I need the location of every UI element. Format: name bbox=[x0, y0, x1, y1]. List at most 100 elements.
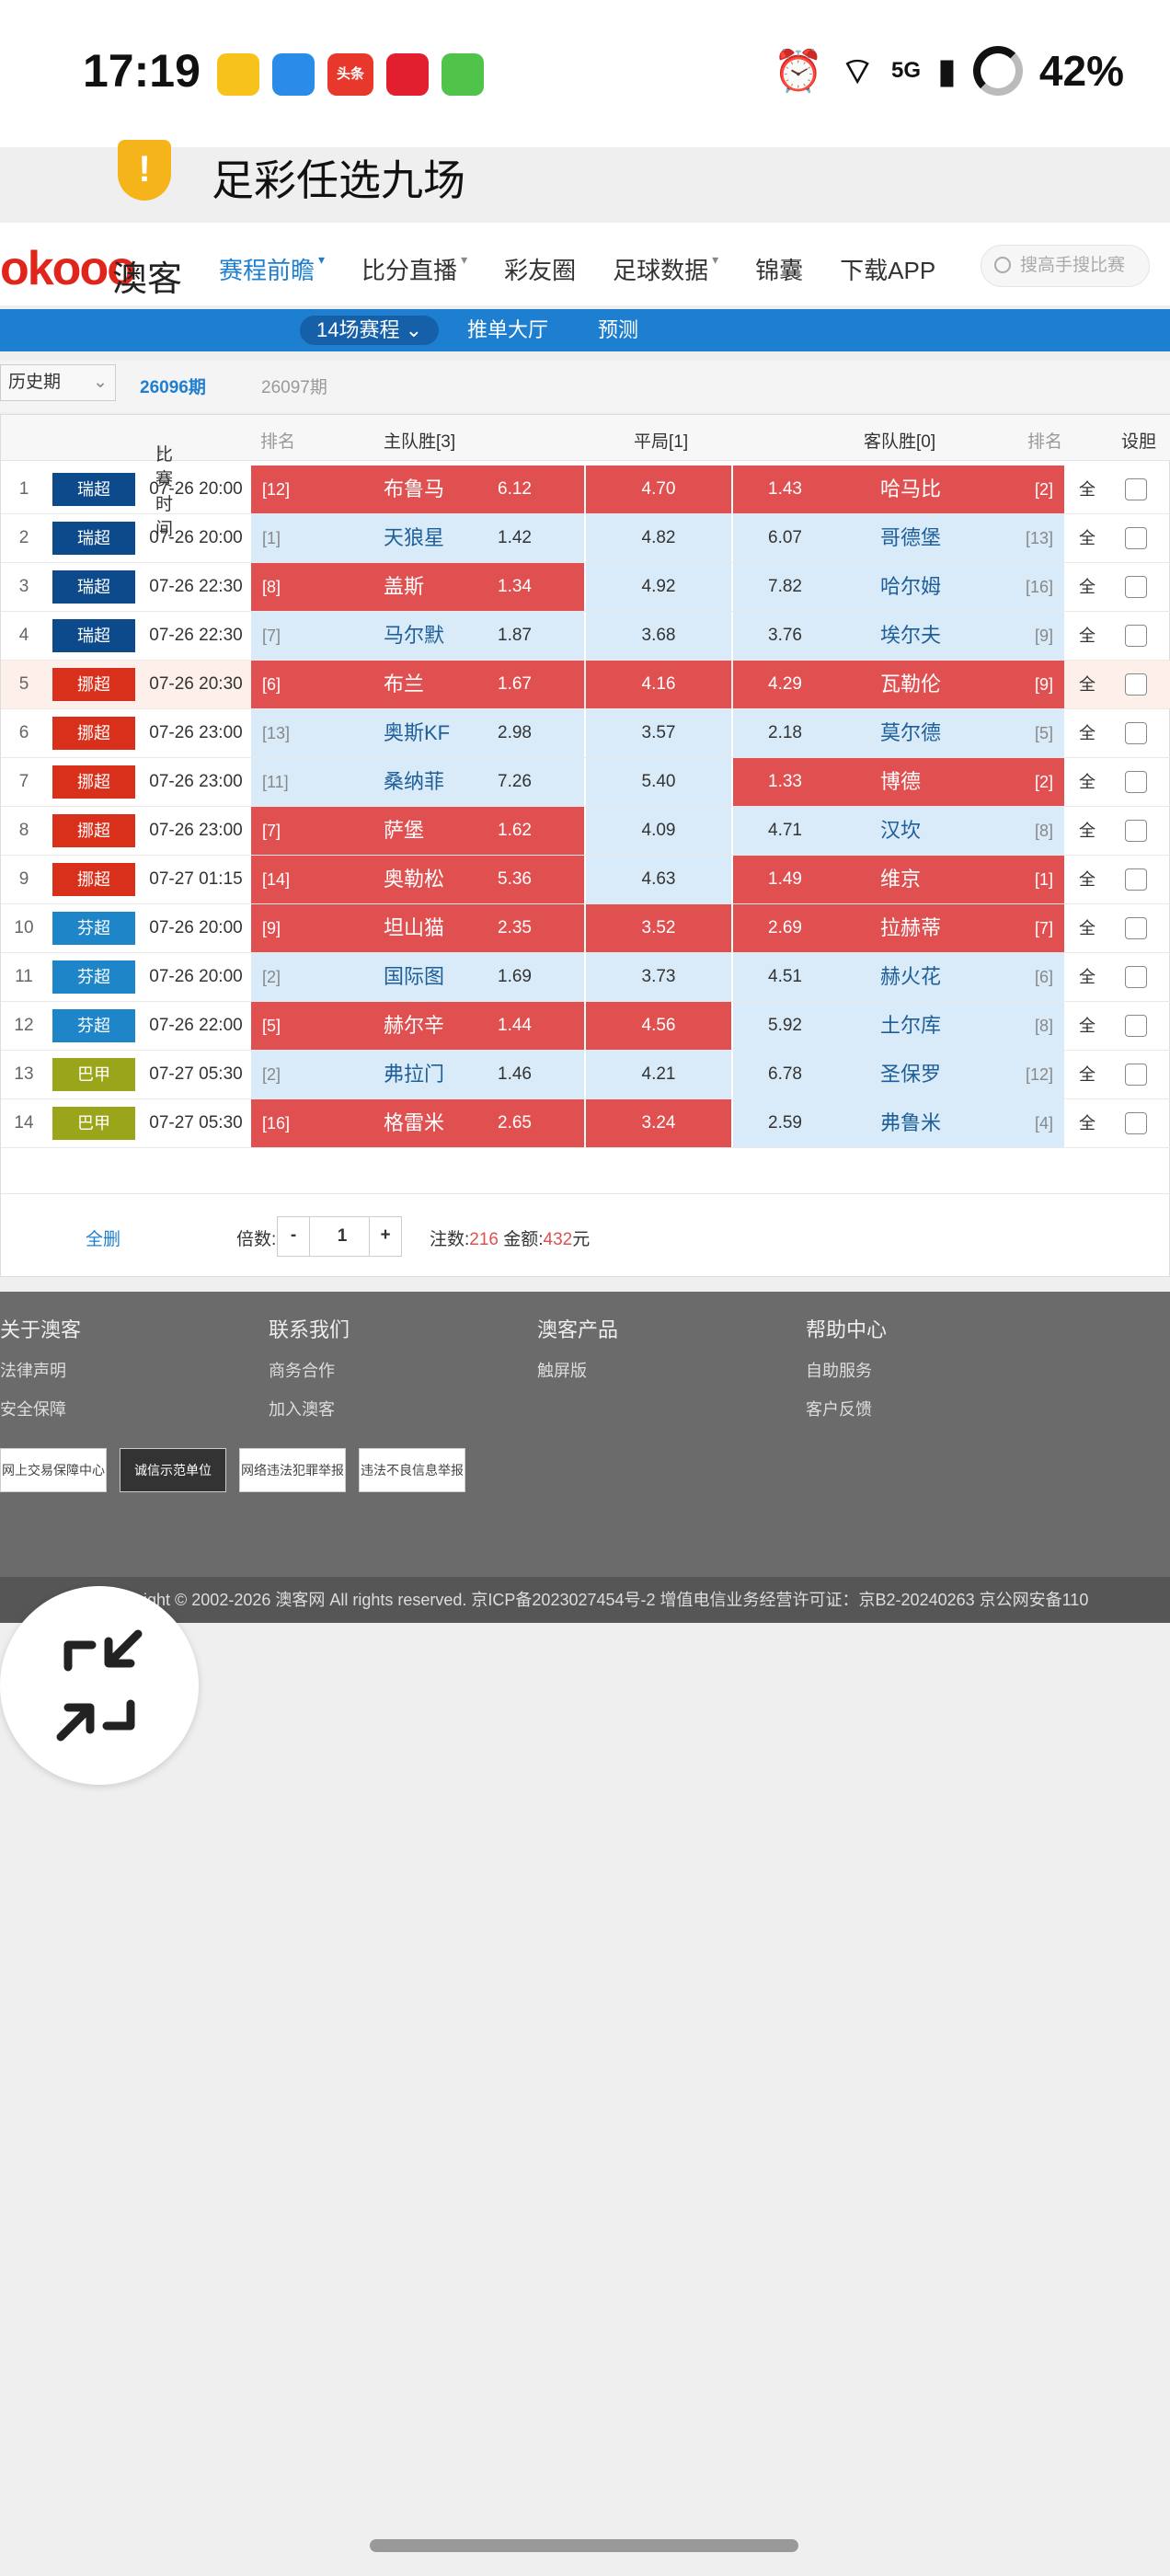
banker-checkbox[interactable] bbox=[1125, 527, 1147, 549]
select-all-button[interactable]: 全 bbox=[1073, 709, 1101, 757]
history-period-select[interactable]: 历史期 ⌄ bbox=[0, 364, 116, 401]
banker-checkbox[interactable] bbox=[1125, 771, 1147, 793]
banker-checkbox[interactable] bbox=[1125, 1064, 1147, 1086]
clear-all-link[interactable]: 全删 bbox=[86, 1225, 120, 1250]
select-all-button[interactable]: 全 bbox=[1073, 514, 1101, 562]
league-badge[interactable]: 芬超 bbox=[52, 912, 135, 945]
draw-option[interactable]: 4.70 bbox=[586, 466, 731, 513]
select-all-button[interactable]: 全 bbox=[1073, 661, 1101, 708]
nav-tips[interactable]: 锦囊 bbox=[755, 252, 803, 286]
home-win-option[interactable]: [14] 奥勒松 5.36 bbox=[251, 856, 584, 903]
footer-link[interactable]: 安全保障 bbox=[0, 1397, 81, 1420]
plus-button[interactable]: + bbox=[369, 1216, 402, 1257]
draw-option[interactable]: 4.56 bbox=[586, 1002, 731, 1050]
league-badge[interactable]: 瑞超 bbox=[52, 522, 135, 555]
league-badge[interactable]: 挪超 bbox=[52, 668, 135, 701]
select-all-button[interactable]: 全 bbox=[1073, 807, 1101, 855]
banker-checkbox[interactable] bbox=[1125, 966, 1147, 988]
league-badge[interactable]: 挪超 bbox=[52, 814, 135, 847]
home-indicator[interactable] bbox=[370, 2539, 798, 2552]
banker-checkbox[interactable] bbox=[1125, 625, 1147, 647]
home-win-option[interactable]: [5] 赫尔辛 1.44 bbox=[251, 1002, 584, 1050]
banker-checkbox[interactable] bbox=[1125, 1015, 1147, 1037]
banker-checkbox[interactable] bbox=[1125, 722, 1147, 744]
home-win-option[interactable]: [12] 布鲁马 6.12 bbox=[251, 466, 584, 513]
banker-checkbox[interactable] bbox=[1125, 917, 1147, 939]
banker-checkbox[interactable] bbox=[1125, 868, 1147, 891]
home-win-option[interactable]: [2] 国际图 1.69 bbox=[251, 953, 584, 1001]
select-all-button[interactable]: 全 bbox=[1073, 904, 1101, 952]
away-win-option[interactable]: 7.82 哈尔姆 [16] bbox=[733, 563, 1064, 611]
home-win-option[interactable]: [11] 桑纳菲 7.26 bbox=[251, 758, 584, 806]
footer-link[interactable]: 自助服务 bbox=[806, 1358, 887, 1382]
tab-recommend-hall[interactable]: 推单大厅 bbox=[467, 316, 548, 345]
banker-checkbox[interactable] bbox=[1125, 478, 1147, 500]
away-win-option[interactable]: 4.51 赫火花 [6] bbox=[733, 953, 1064, 1001]
away-win-option[interactable]: 6.07 哥德堡 [13] bbox=[733, 514, 1064, 562]
draw-option[interactable]: 4.21 bbox=[586, 1051, 731, 1098]
away-win-option[interactable]: 1.43 哈马比 [2] bbox=[733, 466, 1064, 513]
search-input[interactable]: 搜高手搜比赛 bbox=[981, 245, 1150, 287]
league-badge[interactable]: 瑞超 bbox=[52, 570, 135, 604]
footer-link[interactable]: 加入澳客 bbox=[269, 1397, 350, 1420]
draw-option[interactable]: 4.63 bbox=[586, 856, 731, 903]
away-win-option[interactable]: 2.59 弗鲁米 [4] bbox=[733, 1099, 1064, 1147]
draw-option[interactable]: 5.40 bbox=[586, 758, 731, 806]
select-all-button[interactable]: 全 bbox=[1073, 856, 1101, 903]
league-badge[interactable]: 巴甲 bbox=[52, 1107, 135, 1140]
footer-link[interactable]: 法律声明 bbox=[0, 1358, 81, 1382]
select-all-button[interactable]: 全 bbox=[1073, 612, 1101, 660]
home-win-option[interactable]: [6] 布兰 1.67 bbox=[251, 661, 584, 708]
draw-option[interactable]: 3.57 bbox=[586, 709, 731, 757]
select-all-button[interactable]: 全 bbox=[1073, 1051, 1101, 1098]
banker-checkbox[interactable] bbox=[1125, 1112, 1147, 1134]
nav-live-score[interactable]: 比分直播 bbox=[361, 252, 457, 286]
draw-option[interactable]: 3.52 bbox=[586, 904, 731, 952]
league-badge[interactable]: 瑞超 bbox=[52, 473, 135, 506]
away-win-option[interactable]: 4.29 瓦勒伦 [9] bbox=[733, 661, 1064, 708]
draw-option[interactable]: 3.24 bbox=[586, 1099, 731, 1147]
away-win-option[interactable]: 6.78 圣保罗 [12] bbox=[733, 1051, 1064, 1098]
banker-checkbox[interactable] bbox=[1125, 820, 1147, 842]
league-badge[interactable]: 瑞超 bbox=[52, 619, 135, 652]
select-all-button[interactable]: 全 bbox=[1073, 1002, 1101, 1050]
away-win-option[interactable]: 3.76 埃尔夫 [9] bbox=[733, 612, 1064, 660]
next-period[interactable]: 26097期 bbox=[261, 374, 327, 398]
league-badge[interactable]: 芬超 bbox=[52, 960, 135, 994]
league-badge[interactable]: 挪超 bbox=[52, 765, 135, 799]
select-all-button[interactable]: 全 bbox=[1073, 563, 1101, 611]
nav-download-app[interactable]: 下载APP bbox=[840, 252, 935, 286]
draw-option[interactable]: 3.68 bbox=[586, 612, 731, 660]
nav-schedule[interactable]: 赛程前瞻 bbox=[219, 252, 315, 286]
footer-link[interactable]: 触屏版 bbox=[537, 1358, 618, 1382]
home-win-option[interactable]: [16] 格雷米 2.65 bbox=[251, 1099, 584, 1147]
draw-option[interactable]: 4.92 bbox=[586, 563, 731, 611]
home-win-option[interactable]: [8] 盖斯 1.34 bbox=[251, 563, 584, 611]
tab-prediction[interactable]: 预测 bbox=[598, 316, 638, 345]
footer-link[interactable]: 商务合作 bbox=[269, 1358, 350, 1382]
away-win-option[interactable]: 4.71 汉坎 [8] bbox=[733, 807, 1064, 855]
league-badge[interactable]: 芬超 bbox=[52, 1009, 135, 1042]
away-win-option[interactable]: 1.33 博德 [2] bbox=[733, 758, 1064, 806]
select-all-button[interactable]: 全 bbox=[1073, 1099, 1101, 1147]
home-win-option[interactable]: [1] 天狼星 1.42 bbox=[251, 514, 584, 562]
league-badge[interactable]: 挪超 bbox=[52, 863, 135, 896]
footer-link[interactable]: 客户反馈 bbox=[806, 1397, 887, 1420]
nav-community[interactable]: 彩友圈 bbox=[504, 252, 576, 286]
select-all-button[interactable]: 全 bbox=[1073, 953, 1101, 1001]
integrity-badge[interactable]: 诚信示范单位 bbox=[120, 1448, 226, 1492]
banker-checkbox[interactable] bbox=[1125, 673, 1147, 696]
away-win-option[interactable]: 2.69 拉赫蒂 [7] bbox=[733, 904, 1064, 952]
current-period[interactable]: 26096期 bbox=[140, 374, 206, 398]
home-win-option[interactable]: [13] 奥斯KF 2.98 bbox=[251, 709, 584, 757]
select-all-button[interactable]: 全 bbox=[1073, 758, 1101, 806]
draw-option[interactable]: 3.73 bbox=[586, 953, 731, 1001]
cybercrime-report-badge[interactable]: 网络违法犯罪举报 bbox=[239, 1448, 346, 1492]
draw-option[interactable]: 4.82 bbox=[586, 514, 731, 562]
draw-option[interactable]: 4.09 bbox=[586, 807, 731, 855]
home-win-option[interactable]: [9] 坦山猫 2.35 bbox=[251, 904, 584, 952]
away-win-option[interactable]: 5.92 土尔库 [8] bbox=[733, 1002, 1064, 1050]
home-win-option[interactable]: [2] 弗拉门 1.46 bbox=[251, 1051, 584, 1098]
home-win-option[interactable]: [7] 马尔默 1.87 bbox=[251, 612, 584, 660]
multiplier-input[interactable]: 1 bbox=[310, 1216, 374, 1257]
